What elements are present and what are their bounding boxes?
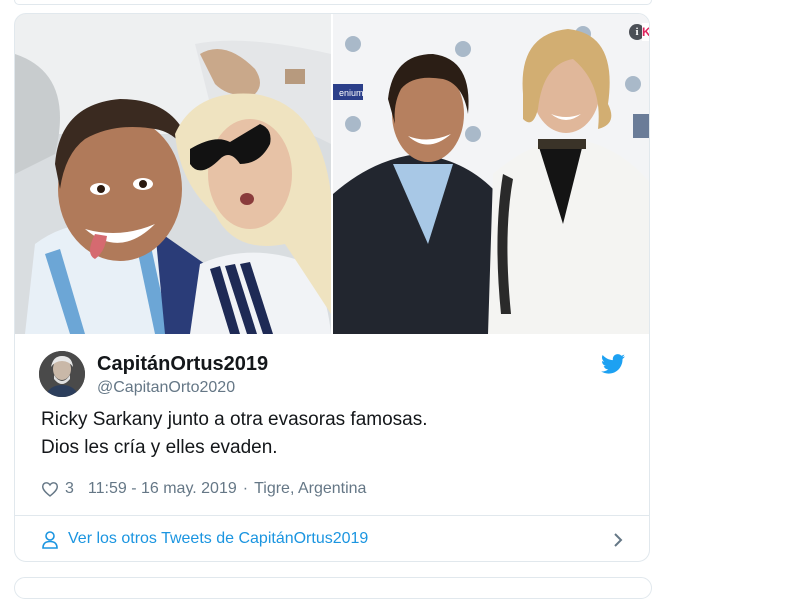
user-icon [42, 531, 58, 549]
avatar[interactable] [39, 351, 85, 397]
tweet-media[interactable]: enium i K [15, 14, 650, 334]
chevron-right-icon[interactable] [613, 532, 623, 548]
meta-separator: · [242, 480, 249, 497]
like-count[interactable]: 3 [65, 480, 74, 498]
backdrop-brand-text: enium [339, 88, 364, 98]
previous-card-edge [14, 0, 652, 5]
tweet-header: CapitánOrtus2019 @CapitanOrto2020 [15, 334, 649, 397]
media-corner-k: K [642, 23, 650, 41]
next-card-edge [14, 577, 652, 599]
tweet-text-line: Dios les cría y elles evaden. [41, 437, 278, 458]
twitter-bird-icon[interactable] [601, 354, 625, 374]
heart-icon[interactable] [41, 481, 59, 497]
tweet-footer[interactable]: Ver los otros Tweets de CapitánOrtus2019 [15, 515, 649, 561]
tweet-text: Ricky Sarkany junto a otra evasoras famo… [41, 406, 621, 462]
timestamp[interactable]: 11:59 - 16 may. 2019 [88, 480, 237, 498]
embedded-tweet-card[interactable]: enium i K CapitánOrtus2019 @CapitanOrto2… [14, 13, 650, 562]
tweet-photo-right[interactable]: enium i K [333, 14, 650, 334]
tweet-text-line: Ricky Sarkany junto a otra evasoras famo… [41, 409, 428, 430]
tweet-meta: 3 11:59 - 16 may. 2019 · Tigre, Argentin… [41, 479, 366, 499]
username[interactable]: @CapitanOrto2020 [97, 379, 235, 397]
more-tweets-link[interactable]: Ver los otros Tweets de CapitánOrtus2019 [68, 530, 368, 548]
location[interactable]: Tigre, Argentina [254, 480, 366, 498]
display-name[interactable]: CapitánOrtus2019 [97, 353, 268, 376]
tweet-photo-left[interactable] [15, 14, 331, 334]
